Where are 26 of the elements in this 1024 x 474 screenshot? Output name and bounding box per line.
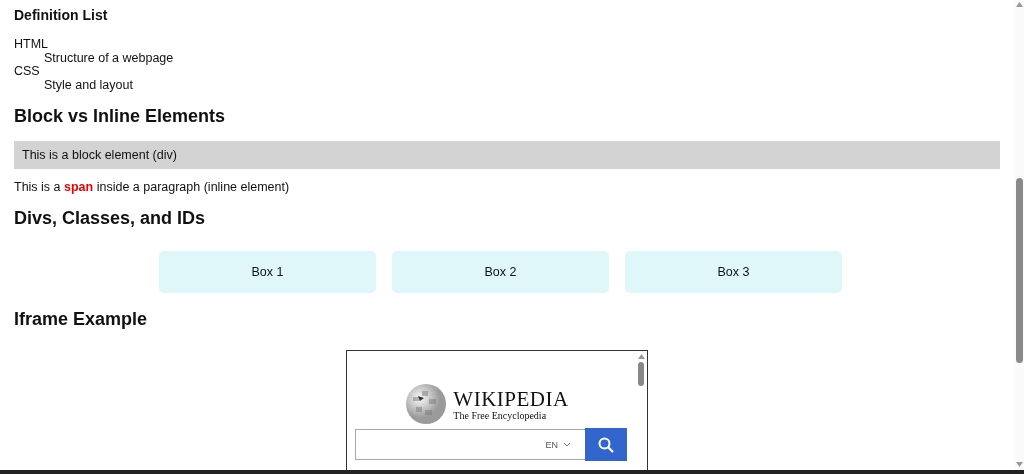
chevron-icon [563,442,571,448]
box: Box 1 [159,251,376,294]
box: Box 2 [392,251,609,294]
section-heading: Iframe Example [14,309,149,331]
box: Box 3 [625,251,842,294]
wordmark: WIKIPEDIA [453,387,569,410]
search-field[interactable]: EN [355,429,585,461]
definition-description: Style and layout [44,77,133,92]
section-heading: Definition List [14,7,109,23]
definition-term: CSS [14,65,41,79]
definition-description: Structure of a webpage [44,50,174,65]
block-element: This is a block element (div) [14,141,1000,170]
language-selector[interactable]: EN [545,439,571,450]
puzzle-globe-icon [405,383,448,426]
scrollbar-thumb[interactable] [1015,178,1023,363]
scroll-down-icon[interactable] [1015,462,1023,467]
paragraph: This is a span inside a paragraph (inline element) [14,180,290,195]
search-icon [598,436,614,453]
scrollbar-thumb[interactable] [638,362,644,387]
search-button[interactable] [585,428,627,462]
scroll-up-icon[interactable] [1015,2,1023,7]
section-heading: Divs, Classes, and IDs [14,208,207,230]
section-heading: Block vs Inline Elements [14,106,227,128]
definition-term: HTML [14,38,50,52]
scroll-up-icon[interactable] [637,354,645,360]
tagline: The Free Encyclopedia [453,409,548,421]
